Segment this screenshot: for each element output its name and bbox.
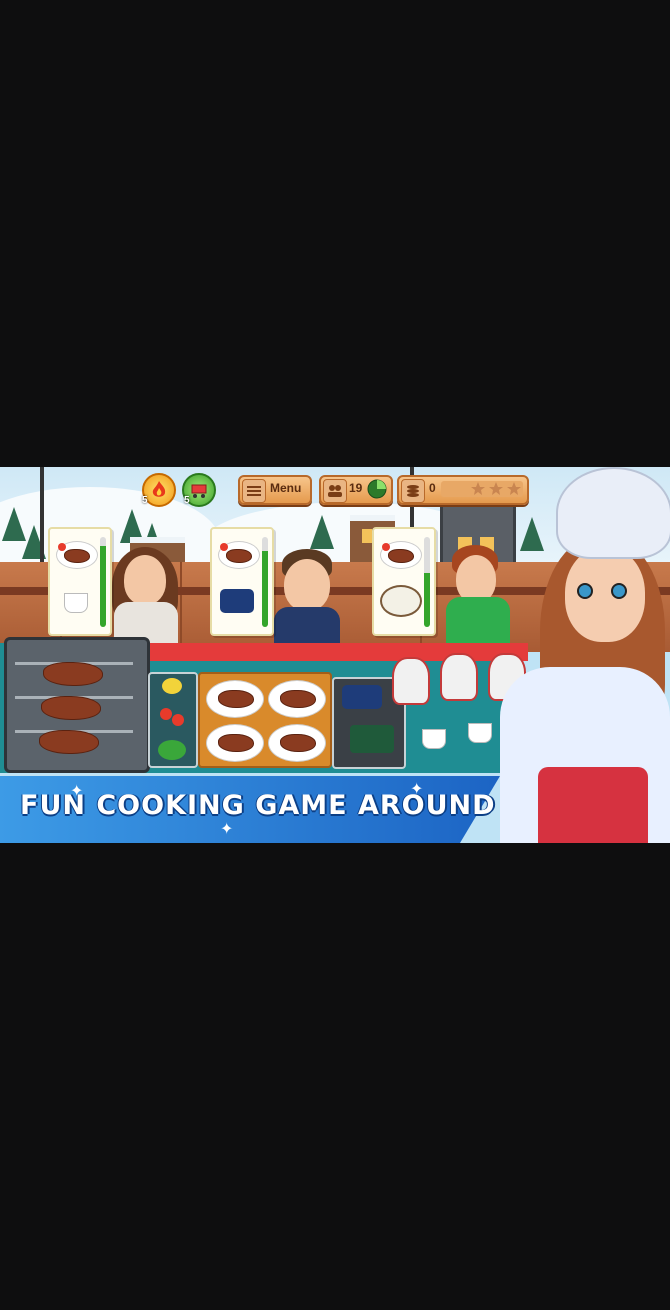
customer-1-face[interactable]	[124, 555, 166, 605]
cabin-window	[362, 529, 372, 543]
game-screenshot-banner: 5 5 Menu 19 0 FUN COOKING GAME AROUND ✦ …	[0, 467, 670, 843]
chef-hat	[556, 467, 670, 559]
order-item-soup-bowl	[380, 585, 422, 617]
deck-plank	[180, 562, 182, 652]
coins-count: 0	[429, 481, 436, 495]
customers-icon-box	[323, 479, 347, 503]
sparkle-icon: ✦	[220, 821, 234, 838]
sparkle-icon: ✦	[410, 781, 424, 798]
grilling-steak[interactable]	[41, 696, 101, 720]
coffee-kettle[interactable]	[392, 657, 430, 705]
tagline-text: FUN COOKING GAME AROUND	[20, 790, 496, 821]
customers-count: 19	[349, 481, 363, 495]
tomato	[382, 543, 390, 551]
tomato[interactable]	[160, 708, 172, 720]
customers-counter: 19	[319, 475, 393, 505]
coins-counter: 0	[397, 475, 529, 505]
chef-face	[565, 547, 645, 642]
star-icon	[507, 482, 521, 495]
green-dish[interactable]	[350, 725, 394, 753]
shop-cart-icon	[191, 484, 207, 498]
shop-boost-count: 5	[184, 495, 190, 506]
order-card-1	[48, 527, 112, 636]
coin-stack-icon	[407, 485, 419, 497]
steak	[388, 549, 414, 563]
serving-tray[interactable]	[198, 672, 332, 768]
sparkle-icon: ✦	[70, 783, 84, 800]
blue-dish[interactable]	[342, 685, 382, 709]
patience-fill	[100, 546, 106, 627]
coffee-cup[interactable]	[468, 723, 492, 743]
coffee-cup[interactable]	[422, 729, 446, 749]
menu-button[interactable]: Menu	[238, 475, 312, 505]
steak	[64, 549, 90, 563]
steak	[218, 690, 254, 708]
patience-fill	[424, 573, 430, 627]
chef-eye	[611, 583, 627, 599]
steak	[218, 734, 254, 752]
tomato[interactable]	[172, 714, 184, 726]
list-icon	[247, 486, 261, 496]
order-item-blue-dish	[220, 589, 254, 613]
grill-station[interactable]	[4, 637, 150, 773]
steak	[226, 549, 252, 563]
steak	[280, 734, 316, 752]
grilling-steak[interactable]	[43, 662, 103, 686]
tomato	[220, 543, 228, 551]
tomato	[58, 543, 66, 551]
order-card-3	[372, 527, 436, 636]
order-card-2	[210, 527, 274, 636]
customer-3-body	[446, 597, 510, 647]
fire-boost-icon	[152, 481, 166, 497]
chef-apron	[538, 767, 648, 843]
grilling-steak[interactable]	[39, 730, 99, 754]
customer-3-face[interactable]	[456, 555, 496, 603]
patience-bar	[100, 537, 106, 627]
lettuce[interactable]	[158, 740, 186, 760]
patience-bar	[262, 537, 268, 627]
customer-2-body	[274, 607, 340, 647]
pie-timer-icon	[367, 479, 387, 499]
menu-icon-box	[242, 479, 266, 503]
patience-fill	[262, 550, 268, 627]
star-icon	[471, 482, 485, 495]
steak	[280, 690, 316, 708]
chef-eye	[577, 583, 593, 599]
coffee-kettle[interactable]	[440, 653, 478, 701]
fire-boost-count: 5	[142, 495, 148, 506]
star-icon	[489, 482, 503, 495]
pine-tree	[310, 515, 334, 549]
menu-label: Menu	[270, 481, 302, 495]
customer-2-face[interactable]	[284, 559, 330, 611]
patience-bar	[424, 537, 430, 627]
ingredient-tray[interactable]	[148, 672, 198, 768]
lemon[interactable]	[162, 678, 182, 694]
order-item-coffee-cup	[64, 593, 88, 613]
people-icon	[328, 485, 342, 497]
pine-tree	[520, 517, 544, 551]
coins-icon-box	[401, 479, 425, 503]
